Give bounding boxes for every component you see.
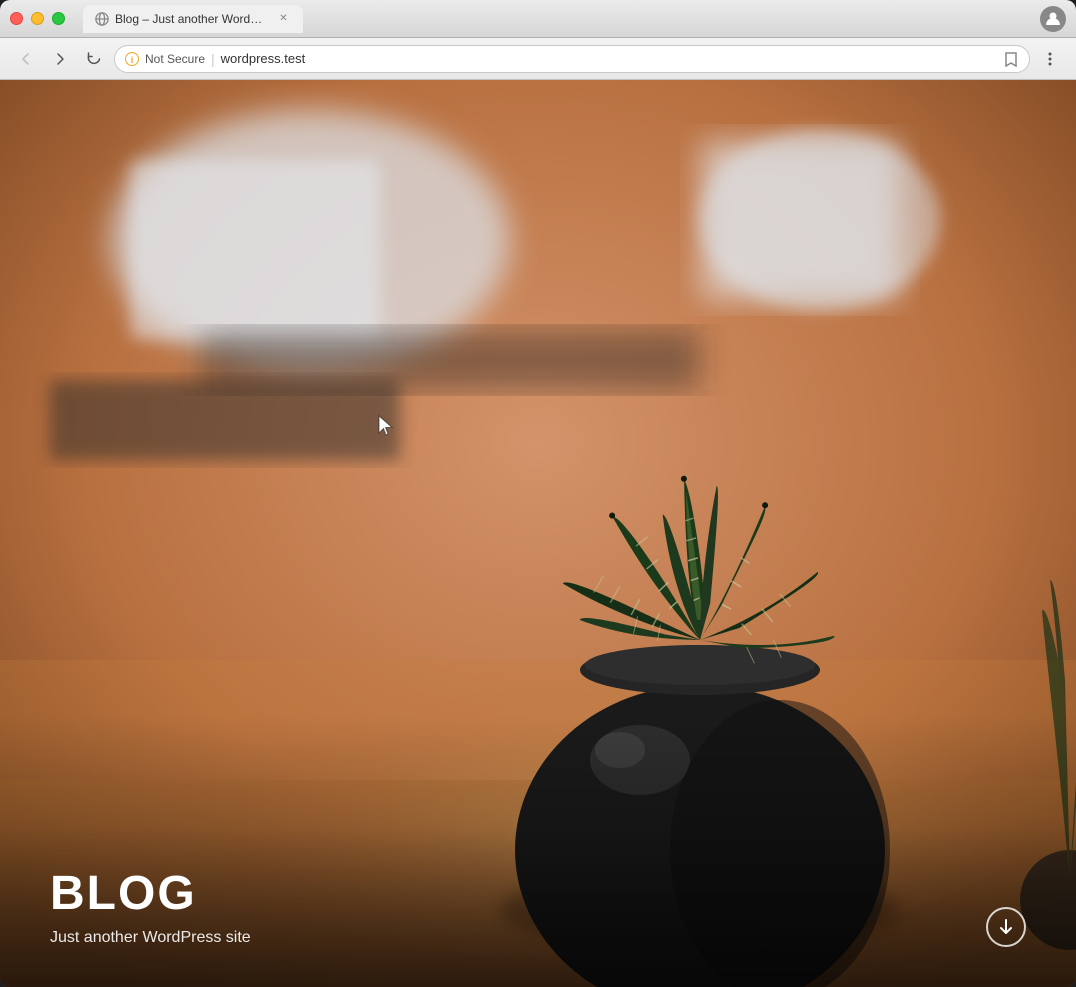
- address-separator: |: [211, 51, 215, 67]
- titlebar-right: [1040, 6, 1066, 32]
- address-bar[interactable]: i Not Secure | wordpress.test: [114, 45, 1030, 73]
- browser-menu-button[interactable]: [1036, 45, 1064, 73]
- profile-icon[interactable]: [1040, 6, 1066, 32]
- browser-content: BLOG Just another WordPress site: [0, 80, 1076, 987]
- url-display: wordpress.test: [221, 51, 306, 66]
- scroll-down-button[interactable]: [986, 907, 1026, 947]
- browser-window: Blog – Just another WordPres... ✕: [0, 0, 1076, 987]
- minimize-window-button[interactable]: [31, 12, 44, 25]
- toolbar: i Not Secure | wordpress.test: [0, 38, 1076, 80]
- svg-text:i: i: [131, 55, 134, 65]
- traffic-lights: [10, 12, 65, 25]
- reload-button[interactable]: [80, 45, 108, 73]
- arrow-down-icon: [997, 918, 1015, 936]
- fullscreen-window-button[interactable]: [52, 12, 65, 25]
- active-tab[interactable]: Blog – Just another WordPres... ✕: [83, 5, 303, 33]
- hero-overlay: BLOG Just another WordPress site: [0, 826, 1076, 987]
- security-icon: i: [125, 52, 139, 66]
- hero-image: BLOG Just another WordPress site: [0, 80, 1076, 987]
- tab-title: Blog – Just another WordPres...: [115, 12, 270, 26]
- forward-button[interactable]: [46, 45, 74, 73]
- back-button[interactable]: [12, 45, 40, 73]
- close-tab-button[interactable]: ✕: [276, 11, 291, 26]
- bookmark-button[interactable]: [1003, 51, 1019, 67]
- close-window-button[interactable]: [10, 12, 23, 25]
- tab-bar: Blog – Just another WordPres... ✕: [83, 5, 1032, 33]
- hero-title: BLOG: [50, 866, 1026, 921]
- hero-subtitle: Just another WordPress site: [50, 929, 1026, 947]
- tab-favicon-icon: [95, 12, 109, 26]
- not-secure-label: Not Secure: [145, 52, 205, 66]
- titlebar: Blog – Just another WordPres... ✕: [0, 0, 1076, 38]
